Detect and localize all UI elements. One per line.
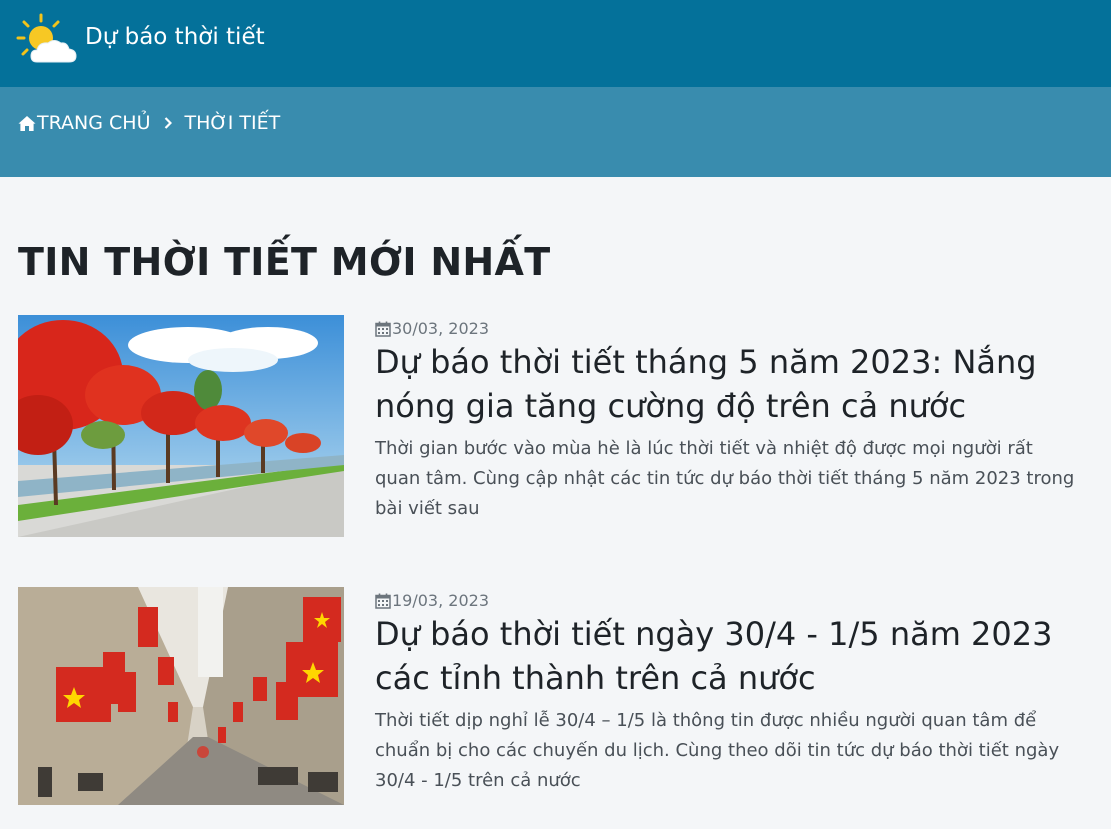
site-title[interactable]: Dự báo thời tiết [85, 22, 265, 52]
sun-cloud-icon[interactable] [15, 12, 79, 68]
street-flags-image [18, 587, 344, 805]
calendar-icon [375, 593, 391, 609]
article-card: 30/03, 2023 Dự báo thời tiết tháng 5 năm… [18, 315, 1098, 537]
breadcrumb-current-link[interactable]: THỜI TIẾT [184, 111, 280, 135]
home-icon[interactable] [18, 115, 36, 132]
flame-trees-image [18, 315, 344, 537]
chevron-right-icon [165, 117, 173, 129]
breadcrumb-home-link[interactable]: TRANG CHỦ [37, 111, 150, 135]
breadcrumb: TRANG CHỦ THỜI TIẾT [18, 111, 280, 135]
article-meta: 30/03, 2023 [375, 319, 489, 339]
article-thumbnail[interactable] [18, 315, 344, 537]
article-date: 30/03, 2023 [392, 319, 489, 338]
calendar-icon [375, 321, 391, 337]
article-title-link[interactable]: Dự báo thời tiết ngày 30/4 - 1/5 năm 202… [375, 612, 1075, 700]
article-excerpt: Thời tiết dịp nghỉ lễ 30/4 – 1/5 là thôn… [375, 710, 1060, 791]
article-thumbnail[interactable] [18, 587, 344, 805]
article-excerpt: Thời gian bước vào mùa hè là lúc thời ti… [375, 438, 1075, 519]
article-date: 19/03, 2023 [392, 591, 489, 610]
site-header: Dự báo thời tiết [0, 0, 1111, 87]
article-title-link[interactable]: Dự báo thời tiết tháng 5 năm 2023: Nắng … [375, 340, 1075, 428]
article-meta: 19/03, 2023 [375, 591, 489, 611]
section-title: TIN THỜI TIẾT MỚI NHẤT [18, 240, 551, 284]
article-card: 19/03, 2023 Dự báo thời tiết ngày 30/4 -… [18, 587, 1098, 805]
